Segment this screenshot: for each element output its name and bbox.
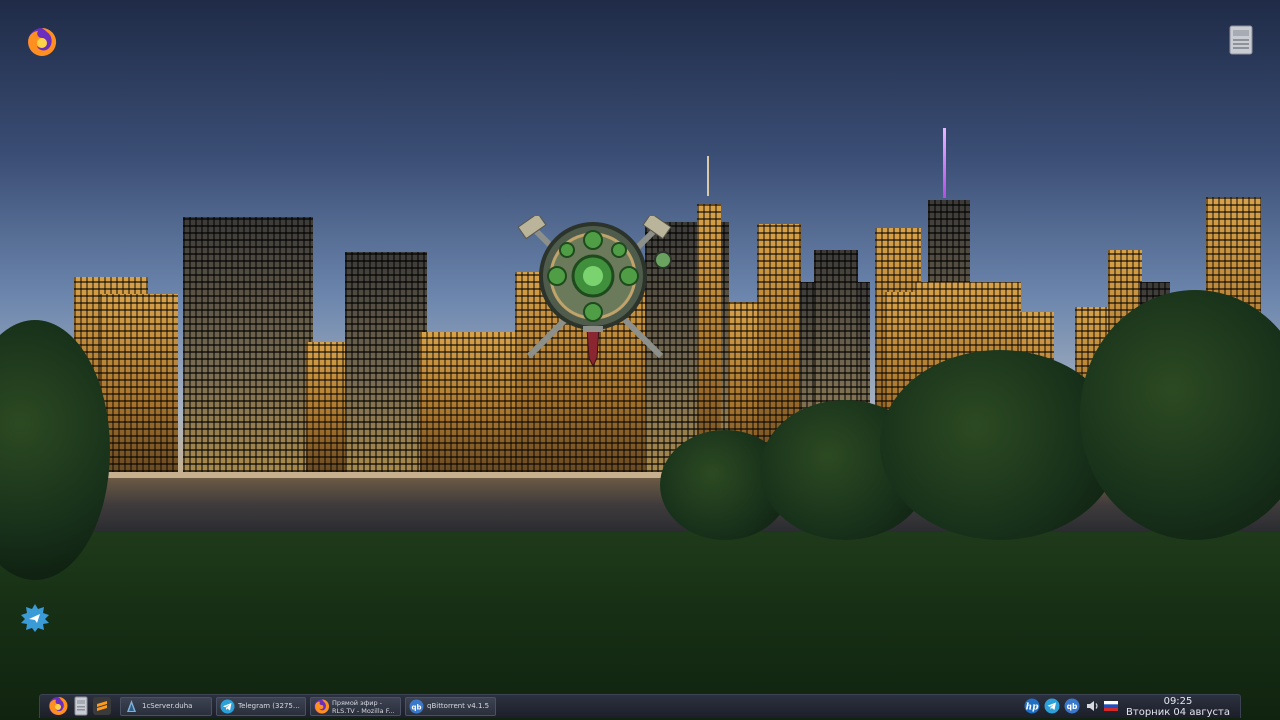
gear-icon[interactable] [20, 603, 50, 633]
drive-icon[interactable] [71, 696, 91, 716]
task-button-telegram[interactable]: Telegram (327542) [216, 697, 306, 716]
firefox-icon[interactable] [26, 26, 58, 58]
app-icon [127, 700, 136, 712]
wallpaper-building [306, 342, 348, 472]
task-button-1cserver[interactable]: 1cServer.duha [120, 697, 212, 716]
task-label: Telegram (327542) [238, 702, 302, 710]
hp-icon[interactable]: hp [1024, 698, 1040, 714]
clock[interactable]: 09:25 Вторник 04 августа [1122, 695, 1234, 719]
svg-text:qb: qb [1067, 702, 1078, 711]
sublime-icon[interactable] [92, 696, 112, 716]
wallpaper-lawn [0, 532, 1280, 720]
task-label: qBittorrent v4.1.5 [427, 702, 490, 710]
telegram-icon[interactable] [1044, 698, 1060, 714]
qbittorrent-icon[interactable]: qb [1064, 698, 1080, 714]
svg-text:qb: qb [411, 703, 421, 711]
wallpaper-spire [707, 156, 709, 196]
clock-date: Вторник 04 августа [1126, 707, 1230, 718]
task-label: 1cServer.duha [142, 702, 193, 710]
emblem-icon [517, 216, 672, 368]
firefox-icon [314, 699, 329, 714]
task-button-firefox[interactable]: Прямой эфир - RLS.TV - Mozilla F... [310, 697, 401, 716]
task-button-qbittorrent[interactable]: qb qBittorrent v4.1.5 [405, 697, 496, 716]
russian-flag-icon[interactable] [1103, 698, 1119, 714]
volume-icon[interactable] [1085, 698, 1101, 714]
wallpaper-spire [943, 128, 946, 198]
firefox-icon[interactable] [48, 696, 68, 716]
telegram-icon [220, 699, 235, 714]
wallpaper-building [100, 294, 178, 472]
clock-time: 09:25 [1163, 696, 1193, 707]
wallpaper-building [345, 252, 427, 472]
task-label: Прямой эфир - RLS.TV - Mozilla F... [332, 699, 397, 715]
svg-text:hp: hp [1026, 703, 1040, 713]
taskbar: 1cServer.duha Telegram (327542) Прямой э… [39, 694, 1241, 718]
qbittorrent-icon: qb [409, 699, 424, 714]
wallpaper-building [183, 217, 313, 472]
task-label-line1: Прямой эфир - [332, 699, 382, 707]
task-label-line2: RLS.TV - Mozilla F... [332, 707, 395, 715]
drive-icon[interactable] [1229, 25, 1253, 55]
